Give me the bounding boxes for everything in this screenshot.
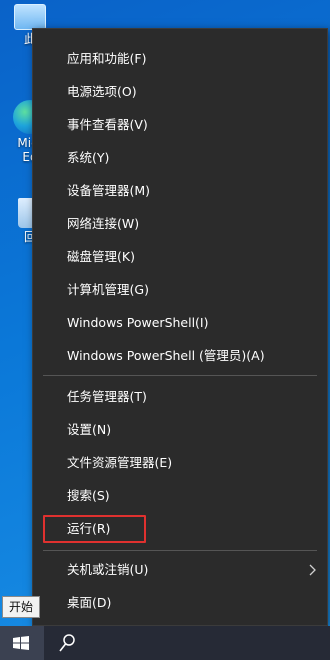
menu-item-label: 事件查看器(V) <box>67 117 148 132</box>
windows-logo-icon <box>13 636 29 650</box>
menu-item-disk-management[interactable]: 磁盘管理(K) <box>33 241 327 273</box>
menu-item-computer-management[interactable]: 计算机管理(G) <box>33 274 327 306</box>
menu-item-event-viewer[interactable]: 事件查看器(V) <box>33 109 327 141</box>
menu-item-label: 桌面(D) <box>67 595 112 610</box>
menu-separator <box>43 550 317 551</box>
menu-item-shutdown-signout[interactable]: 关机或注销(U) <box>33 554 327 586</box>
search-button[interactable] <box>44 626 88 660</box>
run-highlight-box <box>43 515 146 543</box>
menu-item-label: 任务管理器(T) <box>67 389 147 404</box>
menu-item-powershell[interactable]: Windows PowerShell(I) <box>33 307 327 339</box>
menu-item-label: 文件资源管理器(E) <box>67 455 173 470</box>
menu-item-label: 系统(Y) <box>67 150 110 165</box>
menu-item-label: 关机或注销(U) <box>67 562 149 577</box>
menu-item-powershell-admin[interactable]: Windows PowerShell (管理员)(A) <box>33 340 327 372</box>
menu-item-network-connections[interactable]: 网络连接(W) <box>33 208 327 240</box>
menu-item-task-manager[interactable]: 任务管理器(T) <box>33 381 327 413</box>
menu-item-desktop[interactable]: 桌面(D) <box>33 587 327 619</box>
menu-item-system[interactable]: 系统(Y) <box>33 142 327 174</box>
this-pc-icon <box>14 4 46 30</box>
menu-item-label: 设备管理器(M) <box>67 183 151 198</box>
menu-item-settings[interactable]: 设置(N) <box>33 414 327 446</box>
menu-item-file-explorer[interactable]: 文件资源管理器(E) <box>33 447 327 479</box>
menu-separator <box>43 375 317 376</box>
menu-item-label: 应用和功能(F) <box>67 51 147 66</box>
menu-item-label: Windows PowerShell (管理员)(A) <box>67 348 265 363</box>
menu-item-search[interactable]: 搜索(S) <box>33 480 327 512</box>
start-context-menu: 应用和功能(F) 电源选项(O) 事件查看器(V) 系统(Y) 设备管理器(M)… <box>32 28 328 626</box>
start-tooltip: 开始 <box>2 596 41 618</box>
menu-item-label: 网络连接(W) <box>67 216 140 231</box>
menu-item-power-options[interactable]: 电源选项(O) <box>33 76 327 108</box>
menu-item-label: 搜索(S) <box>67 488 110 503</box>
start-button[interactable] <box>0 626 44 660</box>
chevron-right-icon <box>309 554 317 586</box>
menu-item-apps-features[interactable]: 应用和功能(F) <box>33 43 327 75</box>
menu-item-label: 电源选项(O) <box>67 84 137 99</box>
menu-item-device-manager[interactable]: 设备管理器(M) <box>33 175 327 207</box>
menu-item-label: Windows PowerShell(I) <box>67 315 209 330</box>
menu-item-label: 设置(N) <box>67 422 112 437</box>
menu-item-label: 磁盘管理(K) <box>67 249 135 264</box>
menu-item-label: 计算机管理(G) <box>67 282 149 297</box>
search-icon <box>59 634 75 652</box>
taskbar <box>0 626 330 660</box>
